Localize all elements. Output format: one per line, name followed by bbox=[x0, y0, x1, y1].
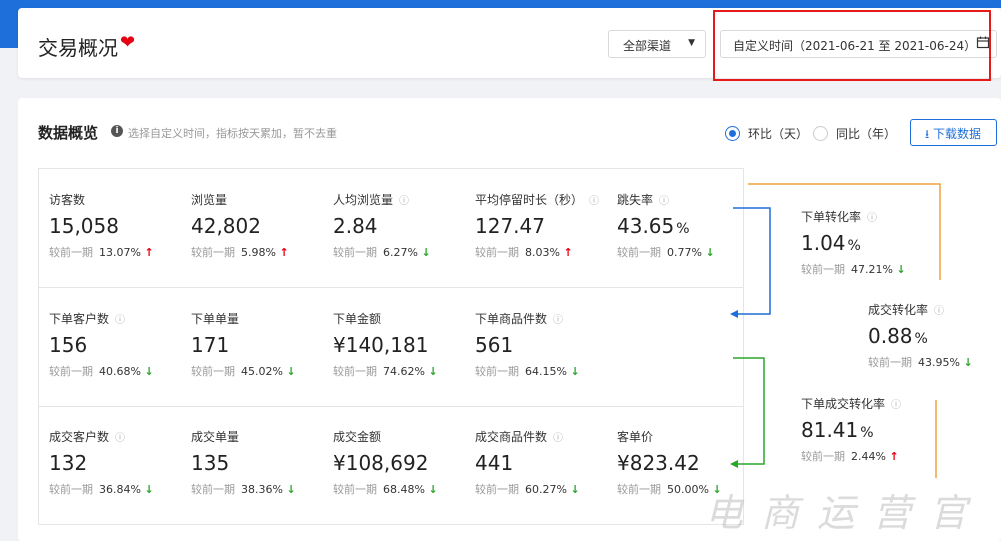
metric-cell: 访客数 15,058 较前一期 13.07% ↑ bbox=[49, 191, 189, 260]
heart-icon: ❤ bbox=[120, 32, 136, 53]
watermark: 电商运营官 bbox=[704, 491, 985, 535]
metric-compare: 较前一期 6.27% ↓ bbox=[333, 246, 431, 259]
metric-cell: 人均浏览量 ⓘ 2.84 较前一期 6.27% ↓ bbox=[333, 191, 473, 260]
metric-value: 561 bbox=[475, 333, 514, 357]
metric-cell: 下单金额 ¥140,181 较前一期 74.62% ↓ bbox=[333, 310, 473, 379]
top-accent-line bbox=[22, 0, 1001, 8]
metric-value: 441 bbox=[475, 451, 514, 475]
channel-select-value: 全部渠道 bbox=[623, 39, 672, 53]
help-icon[interactable]: ⓘ bbox=[589, 196, 599, 207]
metric-cell: 成交单量 135 较前一期 38.36% ↓ bbox=[191, 428, 331, 497]
metric-value: 156 bbox=[49, 333, 88, 357]
metric-label: 平均停留时长（秒） ⓘ bbox=[475, 193, 600, 207]
metric-label: 下单金额 bbox=[333, 312, 382, 326]
arrow-down-icon: ↓ bbox=[428, 365, 438, 378]
metric-label: 下单商品件数 ⓘ bbox=[475, 312, 564, 326]
metric-compare: 较前一期 5.98% ↑ bbox=[191, 246, 289, 259]
metric-label: 成交单量 bbox=[191, 430, 240, 444]
channel-select[interactable]: 全部渠道 ▼ bbox=[608, 30, 706, 58]
metric-compare: 较前一期 74.62% ↓ bbox=[333, 365, 438, 378]
help-icon[interactable]: ⓘ bbox=[115, 315, 125, 326]
metric-compare: 较前一期 45.02% ↓ bbox=[191, 365, 296, 378]
metric-value: 15,058 bbox=[49, 214, 119, 238]
help-icon[interactable]: ⓘ bbox=[115, 433, 125, 444]
help-icon[interactable]: ⓘ bbox=[659, 196, 669, 207]
arrow-down-icon: ↓ bbox=[286, 365, 296, 378]
help-icon[interactable]: ⓘ bbox=[553, 433, 563, 444]
metric-cell: 下单客户数 ⓘ 156 较前一期 40.68% ↓ bbox=[49, 310, 189, 379]
section-title: 数据概览 bbox=[38, 124, 99, 142]
metric-value: ¥108,692 bbox=[333, 451, 429, 475]
metric-compare: 较前一期 40.68% ↓ bbox=[49, 365, 154, 378]
metric-compare: 较前一期 60.27% ↓ bbox=[475, 483, 580, 496]
conversion-flow-lines bbox=[730, 183, 941, 478]
metric-compare: 较前一期 64.15% ↓ bbox=[475, 365, 580, 378]
metric-compare: 较前一期 8.03% ↑ bbox=[475, 246, 573, 259]
arrow-down-icon: ↓ bbox=[570, 483, 580, 496]
radio-yoy-label[interactable]: 同比（年） bbox=[836, 125, 896, 142]
metric-value: 135 bbox=[191, 451, 230, 475]
arrow-down-icon: ↓ bbox=[705, 246, 715, 259]
arrow-up-icon: ↑ bbox=[144, 246, 154, 259]
metric-cell: 浏览量 42,802 较前一期 5.98% ↑ bbox=[191, 191, 331, 260]
row-divider bbox=[39, 287, 743, 288]
row-divider bbox=[39, 406, 743, 407]
radio-ring-label[interactable]: 环比（天） bbox=[748, 125, 808, 142]
arrow-down-icon: ↓ bbox=[421, 246, 431, 259]
metric-cell: 平均停留时长（秒） ⓘ 127.47 较前一期 8.03% ↑ bbox=[475, 191, 615, 260]
arrow-down-icon: ↓ bbox=[286, 483, 296, 496]
metric-label: 浏览量 bbox=[191, 193, 228, 207]
download-button[interactable]: ⭳ 下载数据 bbox=[910, 119, 997, 146]
metric-label: 访客数 bbox=[49, 193, 86, 207]
arrow-down-icon: ↓ bbox=[570, 365, 580, 378]
arrow-down-icon: ↓ bbox=[428, 483, 438, 496]
metric-label: 成交金额 bbox=[333, 430, 382, 444]
arrow-up-icon: ↑ bbox=[279, 246, 289, 259]
metric-compare: 较前一期 13.07% ↑ bbox=[49, 246, 154, 259]
metric-label: 成交客户数 ⓘ bbox=[49, 430, 126, 444]
metric-cell: 成交金额 ¥108,692 较前一期 68.48% ↓ bbox=[333, 428, 473, 497]
caret-down-icon: ▼ bbox=[688, 38, 695, 48]
download-icon: ⭳ bbox=[925, 127, 930, 141]
page-title: 交易概况 bbox=[38, 36, 118, 60]
metric-compare: 较前一期 38.36% ↓ bbox=[191, 483, 296, 496]
metric-cell: 成交商品件数 ⓘ 441 较前一期 60.27% ↓ bbox=[475, 428, 615, 497]
metric-value: 127.47 bbox=[475, 214, 545, 238]
metric-value: 132 bbox=[49, 451, 88, 475]
metric-compare: 较前一期 68.48% ↓ bbox=[333, 483, 438, 496]
download-label: 下载数据 bbox=[933, 127, 982, 141]
arrow-down-icon: ↓ bbox=[144, 483, 154, 496]
metric-label: 下单单量 bbox=[191, 312, 240, 326]
overview-card: 数据概览 i 选择自定义时间，指标按天累加，暂不去重 环比（天） 同比（年） ⭳… bbox=[18, 98, 1001, 541]
metric-label: 成交商品件数 ⓘ bbox=[475, 430, 564, 444]
arrow-down-icon: ↓ bbox=[144, 365, 154, 378]
metric-value: 42,802 bbox=[191, 214, 261, 238]
metric-value: ¥140,181 bbox=[333, 333, 429, 357]
metric-cell: 下单单量 171 较前一期 45.02% ↓ bbox=[191, 310, 331, 379]
section-note: 选择自定义时间，指标按天累加，暂不去重 bbox=[128, 127, 337, 140]
help-icon[interactable]: ⓘ bbox=[553, 315, 563, 326]
metric-label: 人均浏览量 ⓘ bbox=[333, 193, 410, 207]
annotation-highlight-box bbox=[713, 10, 991, 81]
radio-ring-compare[interactable] bbox=[725, 126, 740, 141]
metrics-grid: 访客数 15,058 较前一期 13.07% ↑ 浏览量 42,802 较前一期 5.98% … bbox=[38, 168, 744, 525]
metric-label: 下单客户数 ⓘ bbox=[49, 312, 126, 326]
radio-yoy-compare[interactable] bbox=[813, 126, 828, 141]
metric-cell: 成交客户数 ⓘ 132 较前一期 36.84% ↓ bbox=[49, 428, 189, 497]
metric-value: 2.84 bbox=[333, 214, 378, 238]
metric-compare: 较前一期 36.84% ↓ bbox=[49, 483, 154, 496]
metric-cell: 下单商品件数 ⓘ 561 较前一期 64.15% ↓ bbox=[475, 310, 615, 379]
metric-value: 171 bbox=[191, 333, 230, 357]
info-icon: i bbox=[111, 125, 123, 137]
help-icon[interactable]: ⓘ bbox=[399, 196, 409, 207]
arrow-up-icon: ↑ bbox=[563, 246, 573, 259]
